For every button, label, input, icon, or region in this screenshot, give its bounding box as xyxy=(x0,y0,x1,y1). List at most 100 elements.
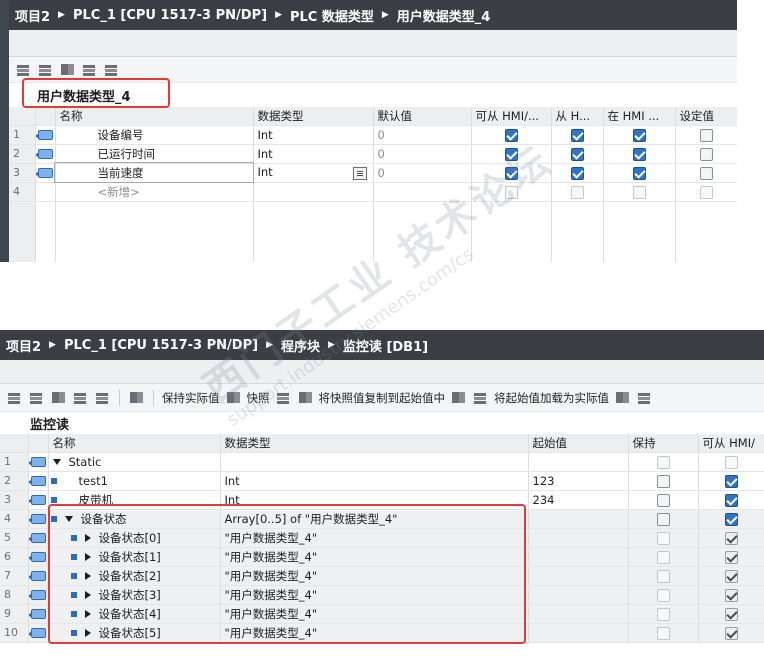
member-start[interactable] xyxy=(528,566,629,586)
table-row[interactable]: 9 设备状态[4] "用户数据类型_4" xyxy=(0,604,764,624)
expand-icon[interactable] xyxy=(59,62,76,77)
table-row[interactable]: 4 设备状态 Array[0..5] of "用户数据类型_4" xyxy=(0,509,764,529)
setpoint-checkbox[interactable] xyxy=(699,166,713,180)
member-start[interactable] xyxy=(528,547,629,567)
col-start-value[interactable]: 起始值 xyxy=(528,434,629,453)
member-start[interactable]: 234 xyxy=(528,490,629,510)
load-icon[interactable] xyxy=(614,390,631,405)
member-type[interactable]: Int xyxy=(220,490,529,510)
expand-icon[interactable] xyxy=(84,534,91,542)
list-icon[interactable] xyxy=(103,62,120,77)
add-new-member[interactable]: <新增> xyxy=(55,182,254,202)
table-row[interactable]: 6 设备状态[1] "用户数据类型_4" xyxy=(0,547,764,567)
member-name[interactable]: 皮带机 xyxy=(79,493,114,507)
table-row[interactable]: 4 <新增> xyxy=(9,182,737,202)
member-start[interactable] xyxy=(528,528,629,548)
member-start[interactable] xyxy=(528,509,629,529)
member-type[interactable]: "用户数据类型_4" xyxy=(220,566,529,586)
member-name[interactable]: 设备状态[5] xyxy=(99,626,161,640)
copy-start-alt-icon[interactable] xyxy=(472,390,489,405)
table-row[interactable]: 3 皮带机 Int 234 xyxy=(0,490,764,510)
col-name[interactable]: 名称 xyxy=(48,434,221,453)
snapshot-icon[interactable] xyxy=(225,390,242,405)
member-default[interactable]: 0 xyxy=(373,144,472,164)
member-name[interactable]: 设备状态[2] xyxy=(99,569,161,583)
member-type[interactable]: Int xyxy=(220,471,529,491)
load-alt-icon[interactable] xyxy=(636,390,653,405)
list-icon[interactable] xyxy=(94,390,111,405)
hmi-access-checkbox[interactable] xyxy=(724,512,738,526)
expand-icon[interactable] xyxy=(84,591,91,599)
table-row[interactable]: 1 设备编号 Int 0 xyxy=(9,125,737,145)
hmi-access-checkbox[interactable] xyxy=(724,493,738,507)
hmi-visible-checkbox[interactable] xyxy=(632,128,646,142)
member-name[interactable]: test1 xyxy=(79,474,108,488)
col-hmi-access[interactable]: 可从 HMI/ xyxy=(698,434,764,453)
retain-checkbox[interactable] xyxy=(656,493,670,507)
glasses-icon[interactable] xyxy=(128,390,145,405)
col-hmi-visible[interactable]: 在 HMI ... xyxy=(603,107,676,126)
member-start[interactable] xyxy=(528,585,629,605)
col-type[interactable]: 数据类型 xyxy=(253,107,374,126)
member-name[interactable]: 设备状态[1] xyxy=(99,550,161,564)
hmi-visible-checkbox[interactable] xyxy=(632,166,646,180)
table-row[interactable]: 3 当前速度 Int 0 xyxy=(9,162,737,183)
hmi-access-checkbox[interactable] xyxy=(504,147,518,161)
breadcrumb-plc[interactable]: PLC_1 [CPU 1517-3 PN/DP] xyxy=(73,8,267,23)
table-row[interactable]: 2 已运行时间 Int 0 xyxy=(9,144,737,164)
member-name[interactable]: 设备状态[4] xyxy=(99,607,161,621)
member-type[interactable]: Int xyxy=(253,125,374,145)
member-type[interactable]: Int xyxy=(258,165,273,179)
member-start[interactable] xyxy=(528,604,629,624)
col-retain[interactable]: 保持 xyxy=(628,434,699,453)
retain-checkbox[interactable] xyxy=(656,512,670,526)
member-default[interactable]: 0 xyxy=(373,163,472,183)
table-row[interactable]: 5 设备状态[0] "用户数据类型_4" xyxy=(0,528,764,548)
member-name[interactable]: 设备状态[3] xyxy=(99,588,161,602)
retain-checkbox[interactable] xyxy=(656,474,670,488)
expand-icon[interactable] xyxy=(84,572,91,580)
col-hmi-write[interactable]: 从 H... xyxy=(551,107,604,126)
breadcrumb-plc[interactable]: PLC_1 [CPU 1517-3 PN/DP] xyxy=(64,338,258,353)
table-row[interactable]: 10 设备状态[5] "用户数据类型_4" xyxy=(0,623,764,643)
copy-snapshot-button[interactable]: 将快照值复制到起始值中 xyxy=(319,390,446,406)
expand-icon[interactable] xyxy=(84,629,91,637)
hmi-write-checkbox[interactable] xyxy=(570,128,584,142)
table-row[interactable]: 1 Static xyxy=(0,452,764,472)
col-name[interactable]: 名称 xyxy=(55,107,254,126)
hmi-write-checkbox[interactable] xyxy=(570,147,584,161)
member-name[interactable]: 设备状态[0] xyxy=(99,531,161,545)
paste-icon[interactable] xyxy=(297,390,314,405)
table-row[interactable]: 8 设备状态[3] "用户数据类型_4" xyxy=(0,585,764,605)
member-type[interactable]: "用户数据类型_4" xyxy=(220,585,529,605)
member-default[interactable]: 0 xyxy=(373,125,472,145)
hmi-visible-checkbox[interactable] xyxy=(632,147,646,161)
member-type[interactable]: "用户数据类型_4" xyxy=(220,528,529,548)
member-start[interactable] xyxy=(528,452,629,472)
setpoint-checkbox[interactable] xyxy=(699,147,713,161)
add-row-icon[interactable] xyxy=(37,62,54,77)
col-default[interactable]: 默认值 xyxy=(373,107,472,126)
member-name[interactable]: 设备状态 xyxy=(81,512,127,526)
collapse-icon[interactable] xyxy=(52,459,61,465)
member-start[interactable] xyxy=(528,623,629,643)
col-setpoint[interactable]: 设定值 xyxy=(675,107,737,126)
insert-row-icon[interactable] xyxy=(6,390,23,405)
collapse-icon[interactable] xyxy=(64,516,73,522)
member-type[interactable]: Array[0..5] of "用户数据类型_4" xyxy=(220,509,529,529)
breadcrumb-datatypes[interactable]: PLC 数据类型 xyxy=(290,6,374,25)
setpoint-checkbox[interactable] xyxy=(699,128,713,142)
hmi-write-checkbox[interactable] xyxy=(570,166,584,180)
member-type[interactable]: "用户数据类型_4" xyxy=(220,623,529,643)
edit-icon[interactable] xyxy=(81,62,98,77)
member-type[interactable] xyxy=(220,452,529,472)
snapshot-button[interactable]: 快照 xyxy=(247,390,270,406)
edit-icon[interactable] xyxy=(72,390,89,405)
table-row[interactable]: 2 test1 Int 123 xyxy=(0,471,764,491)
member-name[interactable]: 已运行时间 xyxy=(55,144,254,164)
table-row[interactable]: 7 设备状态[2] "用户数据类型_4" xyxy=(0,566,764,586)
insert-row-icon[interactable] xyxy=(15,62,32,77)
member-start[interactable]: 123 xyxy=(528,471,629,491)
expand-icon[interactable] xyxy=(50,390,67,405)
col-hmi-access[interactable]: 可从 HMI/... xyxy=(471,107,552,126)
